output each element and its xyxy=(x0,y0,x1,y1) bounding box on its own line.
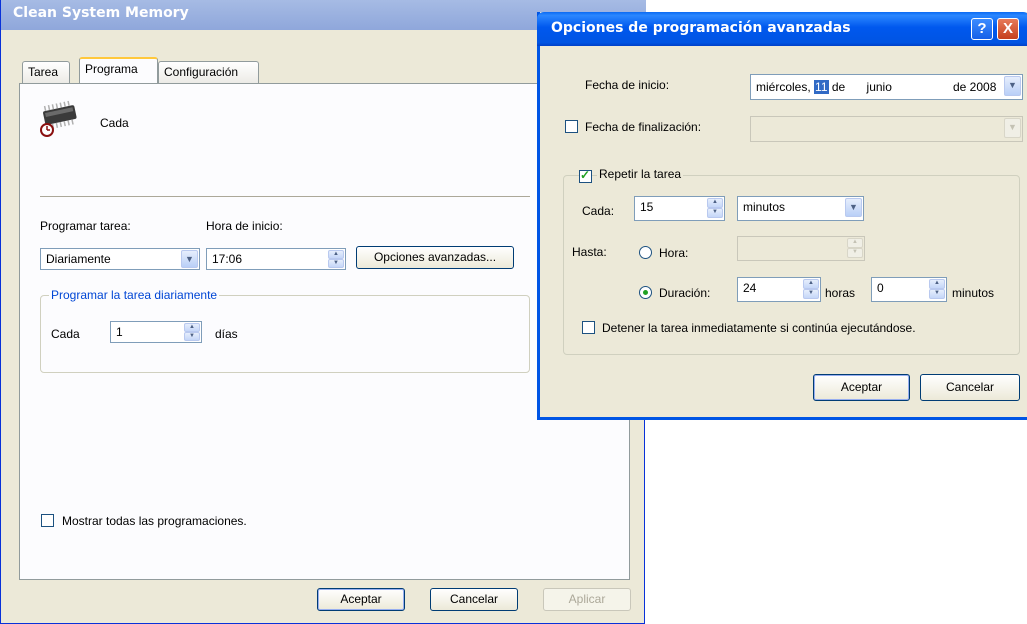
spinner[interactable]: ▲ ▼ xyxy=(328,250,344,268)
schedule-task-value: Diariamente xyxy=(46,252,111,266)
main-window-title: Clean System Memory xyxy=(13,5,189,21)
tab-programa[interactable]: Programa xyxy=(79,57,158,83)
repeat-task-group: Repetir la tarea Cada: 15 ▲▼ minutos ▼ H… xyxy=(563,167,1020,355)
help-icon[interactable]: ? xyxy=(971,18,993,40)
repeat-task-checkbox[interactable] xyxy=(579,168,592,183)
spin-down-icon[interactable]: ▼ xyxy=(929,289,945,299)
every-days-input[interactable]: 1 ▲ ▼ xyxy=(110,321,202,343)
stop-task-checkbox[interactable] xyxy=(582,321,595,334)
schedule-task-label: Programar tarea: xyxy=(40,219,131,233)
scheduled-task-icon xyxy=(40,100,77,137)
schedule-summary: Cada xyxy=(100,116,129,130)
spin-up-icon[interactable]: ▲ xyxy=(328,250,344,259)
dialog-title-bar[interactable]: Opciones de programación avanzadas ? X xyxy=(537,12,1027,46)
chevron-down-icon[interactable]: ▼ xyxy=(845,198,862,217)
tab-configuracion[interactable]: Configuración xyxy=(158,61,259,83)
every-unit-select[interactable]: minutos ▼ xyxy=(737,196,864,221)
end-date-checkbox[interactable] xyxy=(565,120,578,133)
duration-hours-input[interactable]: 24 ▲ ▼ xyxy=(737,277,821,302)
duration-radio[interactable] xyxy=(639,286,652,299)
chevron-down-icon[interactable]: ▼ xyxy=(181,250,198,268)
start-time-input[interactable]: 17:06 ▲ ▼ xyxy=(206,248,346,270)
end-date-label: Fecha de finalización: xyxy=(585,120,702,134)
end-date-picker[interactable]: ▼ xyxy=(750,116,1023,142)
daily-schedule-group: Programar la tarea diariamente Cada 1 ▲ ▼… xyxy=(40,288,530,373)
time-option-label: Hora: xyxy=(659,246,689,260)
close-icon[interactable]: X xyxy=(997,18,1019,40)
duration-option-label: Duración: xyxy=(659,286,711,300)
spinner[interactable]: ▲ ▼ xyxy=(707,198,723,219)
start-time-label: Hora de inicio: xyxy=(206,219,283,233)
until-time-input[interactable]: ▲ ▼ xyxy=(737,236,865,261)
duration-minutes-input[interactable]: 0 ▲ ▼ xyxy=(871,277,947,302)
every-unit-value: minutos xyxy=(743,200,786,214)
start-date-label: Fecha de inicio: xyxy=(585,78,670,92)
start-date-picker[interactable]: miércoles, 11 de junio de 2008 ▼ xyxy=(750,74,1023,100)
start-date-weekday: miércoles, xyxy=(756,80,811,94)
every-days-value: 1 xyxy=(116,325,123,339)
dialog-title: Opciones de programación avanzadas xyxy=(551,20,851,36)
tab-label: Configuración xyxy=(164,65,239,79)
spin-down-icon[interactable]: ▼ xyxy=(803,289,819,299)
tab-tarea[interactable]: Tarea xyxy=(22,61,70,83)
every-value-input[interactable]: 15 ▲ ▼ xyxy=(634,196,725,221)
spin-up-icon[interactable]: ▲ xyxy=(803,279,819,289)
ok-button[interactable]: Aceptar xyxy=(317,588,405,611)
dialog-cancel-button[interactable]: Cancelar xyxy=(920,374,1020,401)
advanced-options-button[interactable]: Opciones avanzadas... xyxy=(356,246,514,269)
spinner[interactable]: ▲ ▼ xyxy=(184,323,200,341)
every-value: 15 xyxy=(640,200,654,214)
hours-label: horas xyxy=(825,286,856,300)
spin-down-icon[interactable]: ▼ xyxy=(184,332,200,341)
days-label: días xyxy=(215,327,238,341)
tab-label: Programa xyxy=(85,62,138,76)
start-date-year[interactable]: de 2008 xyxy=(953,80,1003,94)
stop-task-label: Detener la tarea inmediatamente si conti… xyxy=(602,321,916,335)
spin-down-icon[interactable]: ▼ xyxy=(707,208,723,218)
duration-hours-value: 24 xyxy=(743,281,757,295)
daily-group-title: Programar la tarea diariamente xyxy=(49,288,220,302)
spin-up-icon[interactable]: ▲ xyxy=(707,198,723,208)
repeat-task-label: Repetir la tarea xyxy=(597,167,684,181)
start-date-de: de xyxy=(831,80,846,94)
spinner[interactable]: ▲ ▼ xyxy=(847,238,863,259)
spinner[interactable]: ▲ ▼ xyxy=(803,279,819,300)
time-radio[interactable] xyxy=(639,246,652,259)
spin-down-icon[interactable]: ▼ xyxy=(847,248,863,258)
start-date-month[interactable]: junio xyxy=(867,80,892,94)
minutes-label: minutos xyxy=(952,286,995,300)
show-all-checkbox[interactable] xyxy=(41,514,54,527)
every-label: Cada xyxy=(51,327,80,341)
start-time-value: 17:06 xyxy=(212,252,243,266)
start-date-day[interactable]: 11 xyxy=(814,80,829,94)
every-label: Cada: xyxy=(582,204,615,218)
separator xyxy=(40,196,530,197)
advanced-options-dialog: Opciones de programación avanzadas ? X F… xyxy=(537,12,1027,420)
chevron-down-icon[interactable]: ▼ xyxy=(1004,76,1021,96)
spin-up-icon[interactable]: ▲ xyxy=(847,238,863,248)
until-label: Hasta: xyxy=(572,245,607,259)
chevron-down-icon[interactable]: ▼ xyxy=(1004,118,1021,138)
dialog-ok-button[interactable]: Aceptar xyxy=(813,374,910,401)
spin-up-icon[interactable]: ▲ xyxy=(929,279,945,289)
spinner[interactable]: ▲ ▼ xyxy=(929,279,945,300)
show-all-label: Mostrar todas las programaciones. xyxy=(62,514,247,528)
spin-down-icon[interactable]: ▼ xyxy=(328,259,344,268)
duration-minutes-value: 0 xyxy=(877,281,884,295)
apply-button[interactable]: Aplicar xyxy=(543,588,631,611)
schedule-task-select[interactable]: Diariamente ▼ xyxy=(40,248,200,270)
tab-label: Tarea xyxy=(28,65,59,79)
cancel-button[interactable]: Cancelar xyxy=(430,588,518,611)
spin-up-icon[interactable]: ▲ xyxy=(184,323,200,332)
